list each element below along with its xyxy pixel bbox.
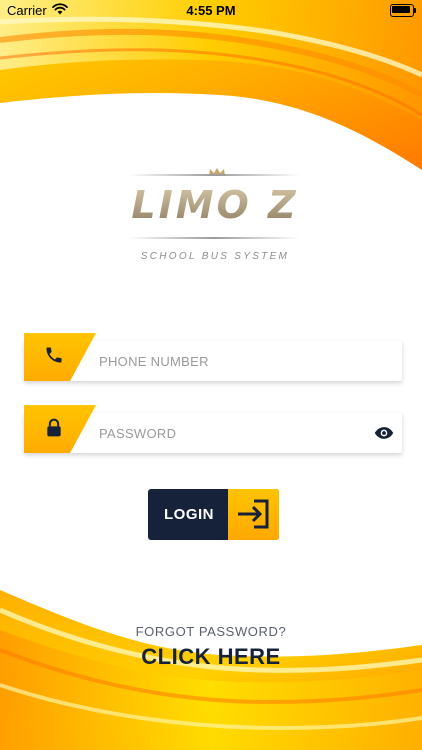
logo-divider-top bbox=[128, 174, 300, 176]
phone-number-field[interactable]: PHONE NUMBER bbox=[24, 333, 402, 381]
lock-icon bbox=[47, 418, 61, 437]
logo-wordmark: LIMO Z bbox=[120, 183, 310, 227]
battery-icon bbox=[390, 4, 416, 17]
login-button-label: LOGIN bbox=[164, 506, 214, 523]
bottom-wave-decoration bbox=[0, 590, 422, 750]
phone-icon bbox=[46, 347, 62, 363]
password-placeholder: PASSWORD bbox=[99, 426, 177, 441]
password-field-tab bbox=[24, 405, 96, 453]
logo-divider-bottom bbox=[128, 237, 300, 239]
click-here-link[interactable]: CLICK HERE bbox=[0, 644, 422, 670]
logo-tagline: SCHOOL BUS SYSTEM bbox=[140, 251, 290, 262]
status-time: 4:55 PM bbox=[186, 3, 236, 18]
forgot-password-text: FORGOT PASSWORD? bbox=[135, 624, 287, 639]
login-arrow-icon bbox=[238, 499, 269, 529]
phone-number-placeholder: PHONE NUMBER bbox=[99, 354, 209, 369]
top-wave-decoration bbox=[0, 0, 422, 170]
phone-field-tab bbox=[24, 333, 96, 381]
app-logo: LIMO Z SCHOOL BUS SYSTEM bbox=[120, 165, 310, 275]
login-arrow-box bbox=[228, 489, 279, 540]
login-button[interactable]: LOGIN bbox=[148, 489, 279, 540]
eye-icon[interactable] bbox=[374, 423, 394, 443]
status-bar: Carrier 4:55 PM bbox=[0, 0, 422, 22]
password-field[interactable]: PASSWORD bbox=[24, 405, 402, 453]
